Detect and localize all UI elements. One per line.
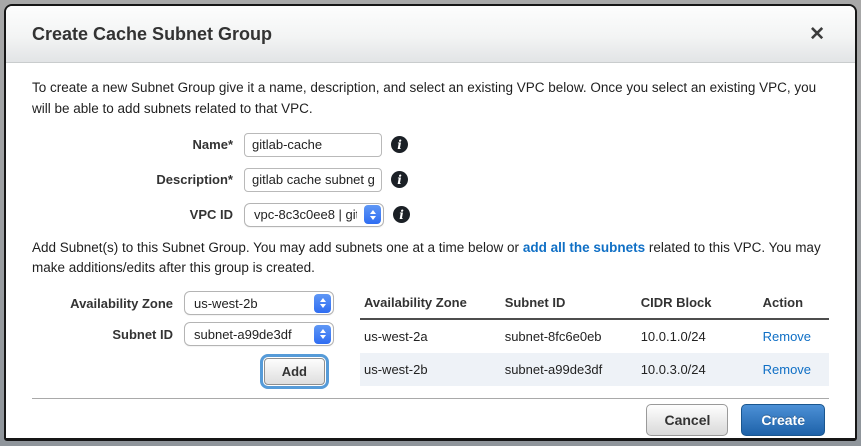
header-action: Action: [759, 291, 829, 319]
availability-zone-select-value: us-west-2b: [194, 296, 307, 311]
vpc-select-value: vpc-8c3c0ee8 | gitlab: [254, 207, 357, 222]
vpc-row: VPC ID vpc-8c3c0ee8 | gitlab i: [32, 203, 829, 227]
header-cidr-block: CIDR Block: [637, 291, 759, 319]
cell-availability-zone: us-west-2b: [360, 353, 501, 386]
select-stepper-icon: [314, 294, 331, 313]
vpc-label: VPC ID: [32, 207, 244, 222]
create-button[interactable]: Create: [741, 404, 825, 436]
table-header-row: Availability Zone Subnet ID CIDR Block A…: [360, 291, 829, 319]
add-subnets-text-before: Add Subnet(s) to this Subnet Group. You …: [32, 240, 523, 255]
add-subnets-text: Add Subnet(s) to this Subnet Group. You …: [32, 238, 829, 279]
select-stepper-icon: [364, 205, 381, 224]
vpc-select[interactable]: vpc-8c3c0ee8 | gitlab: [244, 203, 384, 227]
select-stepper-icon: [314, 325, 331, 344]
description-row: Description* i: [32, 168, 829, 192]
remove-link[interactable]: Remove: [763, 362, 811, 377]
subnet-id-row: Subnet ID subnet-a99de3df: [32, 322, 334, 346]
subnets-table: Availability Zone Subnet ID CIDR Block A…: [360, 291, 829, 386]
add-button-wrap: Add: [32, 358, 334, 385]
dialog-body: To create a new Subnet Group give it a n…: [6, 63, 855, 386]
table-row: us-west-2a subnet-8fc6e0eb 10.0.1.0/24 R…: [360, 319, 829, 353]
close-icon[interactable]: ✕: [805, 23, 829, 46]
subnet-id-label: Subnet ID: [32, 327, 184, 342]
name-input[interactable]: [244, 133, 382, 157]
table-row: us-west-2b subnet-a99de3df 10.0.3.0/24 R…: [360, 353, 829, 386]
cell-availability-zone: us-west-2a: [360, 319, 501, 353]
header-subnet-id: Subnet ID: [501, 291, 637, 319]
cell-cidr-block: 10.0.1.0/24: [637, 319, 759, 353]
subnet-id-select-value: subnet-a99de3df: [194, 327, 307, 342]
intro-text: To create a new Subnet Group give it a n…: [32, 78, 829, 120]
header-availability-zone: Availability Zone: [360, 291, 501, 319]
dialog-title: Create Cache Subnet Group: [32, 24, 272, 45]
availability-zone-row: Availability Zone us-west-2b: [32, 291, 334, 315]
create-cache-subnet-group-dialog: Create Cache Subnet Group ✕ To create a …: [4, 4, 857, 441]
description-label: Description*: [32, 172, 244, 187]
dialog-footer: Cancel Create: [6, 399, 855, 441]
subnet-picker-form: Availability Zone us-west-2b Subnet ID s…: [32, 291, 334, 386]
availability-zone-select[interactable]: us-west-2b: [184, 291, 334, 315]
subnets-table-wrap: Availability Zone Subnet ID CIDR Block A…: [360, 291, 829, 386]
subnet-picker-area: Availability Zone us-west-2b Subnet ID s…: [32, 291, 829, 386]
vpc-info-icon[interactable]: i: [393, 206, 410, 223]
name-label: Name*: [32, 137, 244, 152]
cell-subnet-id: subnet-8fc6e0eb: [501, 319, 637, 353]
cell-subnet-id: subnet-a99de3df: [501, 353, 637, 386]
add-all-subnets-link[interactable]: add all the subnets: [523, 240, 645, 255]
subnet-id-select[interactable]: subnet-a99de3df: [184, 322, 334, 346]
availability-zone-label: Availability Zone: [32, 296, 184, 311]
remove-link[interactable]: Remove: [763, 329, 811, 344]
description-input[interactable]: [244, 168, 382, 192]
description-info-icon[interactable]: i: [391, 171, 408, 188]
name-info-icon[interactable]: i: [391, 136, 408, 153]
add-button[interactable]: Add: [264, 358, 325, 385]
name-row: Name* i: [32, 133, 829, 157]
cancel-button[interactable]: Cancel: [646, 404, 728, 436]
cell-cidr-block: 10.0.3.0/24: [637, 353, 759, 386]
dialog-header: Create Cache Subnet Group ✕: [6, 6, 855, 63]
